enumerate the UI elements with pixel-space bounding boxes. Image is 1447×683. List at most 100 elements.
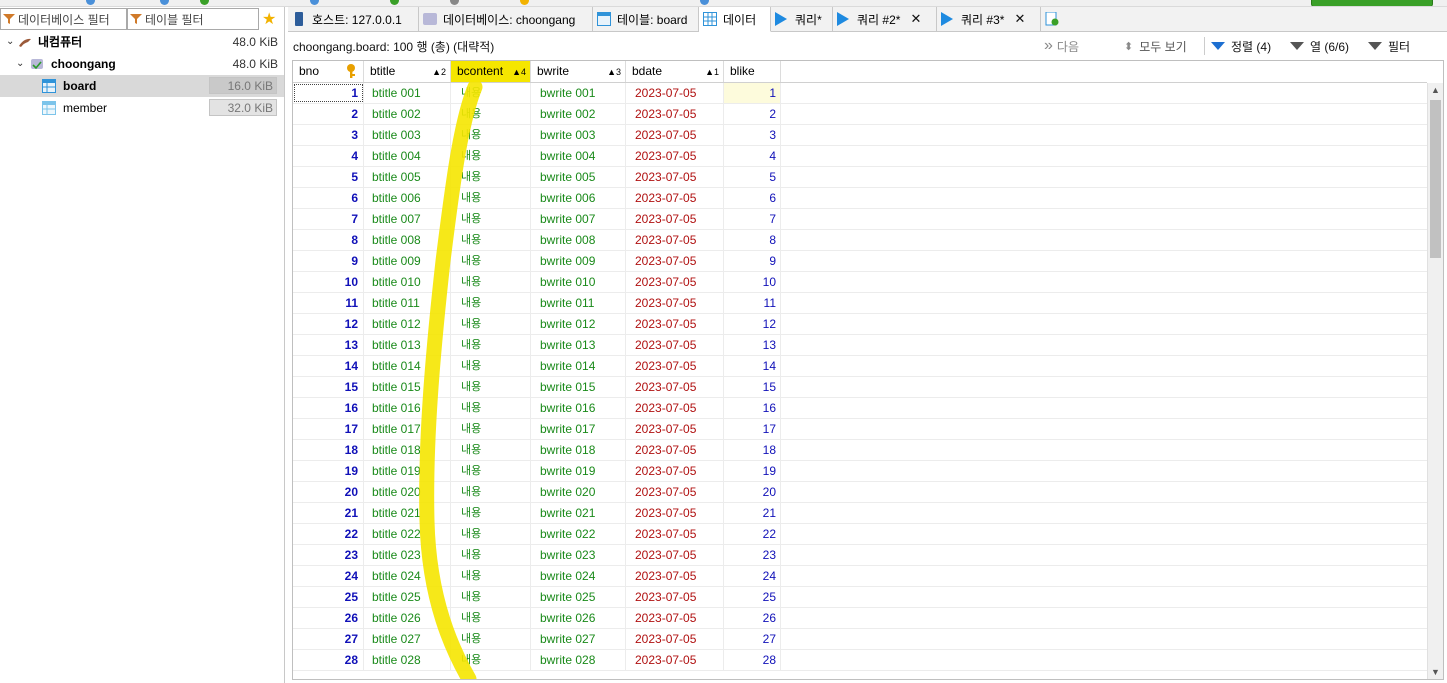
cell-bcontent[interactable]: 내용	[451, 629, 531, 649]
cell-bdate[interactable]: 2023-07-05	[626, 125, 724, 145]
table-row[interactable]: 27 btitle 027 내용 bwrite 027 2023-07-05 27	[293, 629, 1427, 650]
column-header-bdate[interactable]: bdate ▲1	[626, 61, 724, 82]
cell-bwrite[interactable]: bwrite 014	[531, 356, 626, 376]
table-row[interactable]: 2 btitle 002 내용 bwrite 002 2023-07-05 2	[293, 104, 1427, 125]
cell-bcontent[interactable]: 내용	[451, 293, 531, 313]
cell-bwrite[interactable]: bwrite 007	[531, 209, 626, 229]
cell-bwrite[interactable]: bwrite 004	[531, 146, 626, 166]
cell-bdate[interactable]: 2023-07-05	[626, 566, 724, 586]
table-row[interactable]: 3 btitle 003 내용 bwrite 003 2023-07-05 3	[293, 125, 1427, 146]
table-row[interactable]: 1 btitle 001 내용 bwrite 001 2023-07-05 1	[293, 83, 1427, 104]
tab-query-2[interactable]: 쿼리 #2* ✕	[833, 7, 937, 31]
scroll-down-icon[interactable]: ▼	[1428, 665, 1443, 679]
cell-bdate[interactable]: 2023-07-05	[626, 83, 724, 103]
cell-bdate[interactable]: 2023-07-05	[626, 104, 724, 124]
cell-bdate[interactable]: 2023-07-05	[626, 482, 724, 502]
column-header-blike[interactable]: blike	[724, 61, 781, 82]
cell-blike[interactable]: 7	[724, 209, 781, 229]
cell-bcontent[interactable]: 내용	[451, 188, 531, 208]
cell-bno[interactable]: 13	[293, 335, 364, 355]
cell-bdate[interactable]: 2023-07-05	[626, 335, 724, 355]
cell-bwrite[interactable]: bwrite 012	[531, 314, 626, 334]
next-button[interactable]: » 다음	[1044, 37, 1079, 55]
tab-database[interactable]: 데이터베이스: choongang	[419, 7, 593, 31]
cell-bwrite[interactable]: bwrite 018	[531, 440, 626, 460]
cell-btitle[interactable]: btitle 018	[364, 440, 451, 460]
cell-bcontent[interactable]: 내용	[451, 440, 531, 460]
cell-btitle[interactable]: btitle 016	[364, 398, 451, 418]
cell-bno[interactable]: 7	[293, 209, 364, 229]
new-query-tab-button[interactable]	[1041, 7, 1067, 31]
cell-bdate[interactable]: 2023-07-05	[626, 188, 724, 208]
cell-bdate[interactable]: 2023-07-05	[626, 440, 724, 460]
cell-bcontent[interactable]: 내용	[451, 272, 531, 292]
toolbar-icon[interactable]	[700, 0, 709, 5]
cell-btitle[interactable]: btitle 026	[364, 608, 451, 628]
cell-bno[interactable]: 17	[293, 419, 364, 439]
cell-bcontent[interactable]: 내용	[451, 566, 531, 586]
cell-blike[interactable]: 10	[724, 272, 781, 292]
cell-bdate[interactable]: 2023-07-05	[626, 629, 724, 649]
chevron-down-icon[interactable]: ⌄	[16, 53, 24, 75]
cell-blike[interactable]: 3	[724, 125, 781, 145]
cell-bcontent[interactable]: 내용	[451, 251, 531, 271]
toolbar-icon[interactable]	[160, 0, 169, 5]
donate-button[interactable]	[1311, 0, 1433, 6]
tab-data[interactable]: 데이터	[699, 7, 771, 32]
column-header-btitle[interactable]: btitle ▲2	[364, 61, 451, 82]
toolbar-icon[interactable]	[200, 0, 209, 5]
star-icon[interactable]: ★	[262, 9, 276, 29]
cell-blike[interactable]: 22	[724, 524, 781, 544]
table-row[interactable]: 28 btitle 028 내용 bwrite 028 2023-07-05 28	[293, 650, 1427, 671]
table-row[interactable]: 18 btitle 018 내용 bwrite 018 2023-07-05 18	[293, 440, 1427, 461]
cell-bdate[interactable]: 2023-07-05	[626, 419, 724, 439]
cell-bwrite[interactable]: bwrite 011	[531, 293, 626, 313]
cell-btitle[interactable]: btitle 010	[364, 272, 451, 292]
tree-item-database[interactable]: ⌄ choongang 48.0 KiB	[0, 53, 284, 75]
cell-bno[interactable]: 18	[293, 440, 364, 460]
cell-bwrite[interactable]: bwrite 015	[531, 377, 626, 397]
cell-bno[interactable]: 4	[293, 146, 364, 166]
scrollbar-thumb[interactable]	[1430, 100, 1441, 258]
cell-bno[interactable]: 15	[293, 377, 364, 397]
cell-btitle[interactable]: btitle 023	[364, 545, 451, 565]
cell-blike[interactable]: 18	[724, 440, 781, 460]
cell-bno[interactable]: 21	[293, 503, 364, 523]
cell-bno[interactable]: 12	[293, 314, 364, 334]
cell-bwrite[interactable]: bwrite 009	[531, 251, 626, 271]
cell-bno[interactable]: 14	[293, 356, 364, 376]
column-header-bcontent[interactable]: bcontent ▲4	[451, 61, 531, 82]
cell-bdate[interactable]: 2023-07-05	[626, 293, 724, 313]
cell-bno[interactable]: 25	[293, 587, 364, 607]
table-row[interactable]: 5 btitle 005 내용 bwrite 005 2023-07-05 5	[293, 167, 1427, 188]
cell-btitle[interactable]: btitle 004	[364, 146, 451, 166]
cell-btitle[interactable]: btitle 014	[364, 356, 451, 376]
cell-bwrite[interactable]: bwrite 026	[531, 608, 626, 628]
toolbar-icon[interactable]	[450, 0, 459, 5]
tab-query-3[interactable]: 쿼리 #3* ✕	[937, 7, 1041, 31]
cell-btitle[interactable]: btitle 027	[364, 629, 451, 649]
filter-button[interactable]: 필터	[1368, 37, 1410, 55]
cell-bwrite[interactable]: bwrite 023	[531, 545, 626, 565]
cell-blike[interactable]: 5	[724, 167, 781, 187]
cell-bcontent[interactable]: 내용	[451, 503, 531, 523]
cell-bdate[interactable]: 2023-07-05	[626, 545, 724, 565]
cell-bdate[interactable]: 2023-07-05	[626, 398, 724, 418]
toolbar-icon[interactable]	[310, 0, 319, 5]
cell-btitle[interactable]: btitle 017	[364, 419, 451, 439]
cell-bno[interactable]: 19	[293, 461, 364, 481]
cell-bno[interactable]: 1	[293, 83, 364, 103]
toolbar-icon[interactable]	[520, 0, 529, 5]
cell-bno[interactable]: 9	[293, 251, 364, 271]
toolbar-icon[interactable]	[86, 0, 95, 5]
tree-item-table-board[interactable]: board 16.0 KiB	[0, 75, 284, 97]
toolbar-icon[interactable]	[390, 0, 399, 5]
cell-blike[interactable]: 2	[724, 104, 781, 124]
cell-bno[interactable]: 5	[293, 167, 364, 187]
cell-btitle[interactable]: btitle 028	[364, 650, 451, 670]
cell-bwrite[interactable]: bwrite 005	[531, 167, 626, 187]
cell-bcontent[interactable]: 내용	[451, 482, 531, 502]
cell-blike[interactable]: 8	[724, 230, 781, 250]
cell-blike[interactable]: 21	[724, 503, 781, 523]
scroll-up-icon[interactable]: ▲	[1428, 83, 1443, 97]
